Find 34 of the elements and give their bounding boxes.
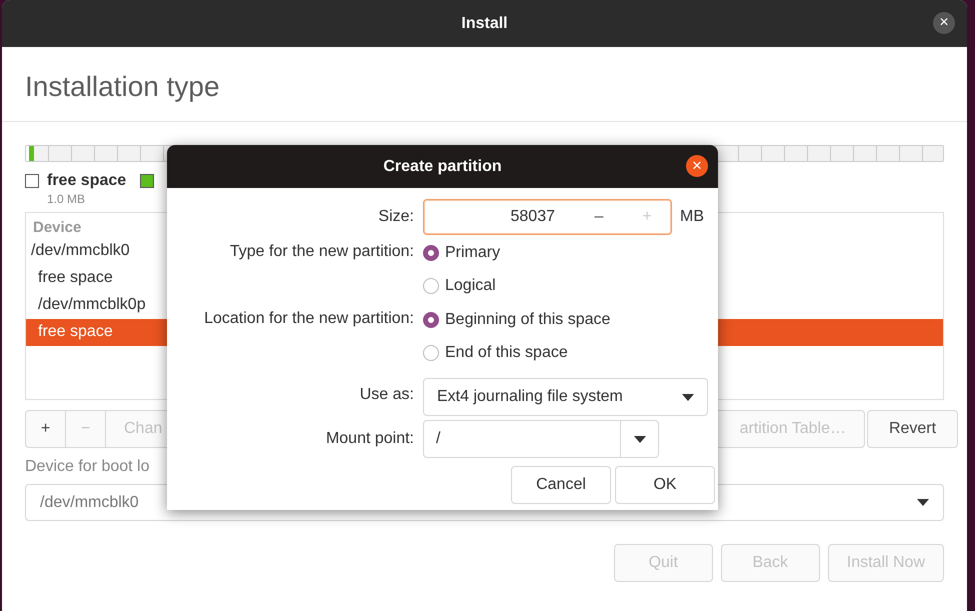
radio-button[interactable]: [423, 244, 439, 261]
dialog-title: Create partition: [383, 158, 502, 176]
field-label: Device for boot lo: [25, 458, 151, 476]
filesystem-dropdown[interactable]: Ext4 journaling file system: [423, 378, 708, 416]
radio-button[interactable]: [423, 278, 439, 294]
button[interactable]: +: [25, 410, 66, 448]
radio-label[interactable]: Primary: [445, 244, 500, 262]
radio-button[interactable]: [423, 312, 439, 328]
decrement-button[interactable]: –: [575, 200, 623, 234]
window-title: Install: [461, 14, 508, 32]
size-spinner[interactable]: 58037 – +: [423, 199, 672, 235]
caret-icon: [634, 436, 646, 442]
legend-label: free space: [47, 172, 126, 190]
caret-icon: [917, 499, 929, 506]
mount-point-combo[interactable]: /: [423, 420, 659, 458]
radio-button[interactable]: [423, 345, 439, 362]
field-label: Mount point:: [324, 430, 414, 448]
page-heading: Installation type: [2, 47, 967, 122]
field-label: Use as:: [358, 386, 414, 404]
field-label: Size:: [377, 208, 414, 226]
legend-size: 1.0 MB: [47, 192, 86, 206]
unit-label: MB: [680, 208, 704, 226]
radio-label[interactable]: Logical: [445, 277, 496, 296]
caret-icon: [682, 394, 694, 400]
radio-label[interactable]: End of this space: [445, 344, 568, 362]
field-label: Location for the new partition:: [203, 310, 414, 328]
field-label: Type for the new partition:: [228, 243, 414, 261]
button[interactable]: OK: [615, 466, 715, 504]
button[interactable]: Revert: [867, 410, 958, 448]
input-field[interactable]: /: [424, 430, 620, 448]
column-header: Device: [33, 219, 82, 236]
button[interactable]: Cancel: [511, 466, 611, 504]
radio-label[interactable]: Beginning of this space: [445, 310, 610, 329]
close-button[interactable]: ×: [933, 12, 955, 34]
